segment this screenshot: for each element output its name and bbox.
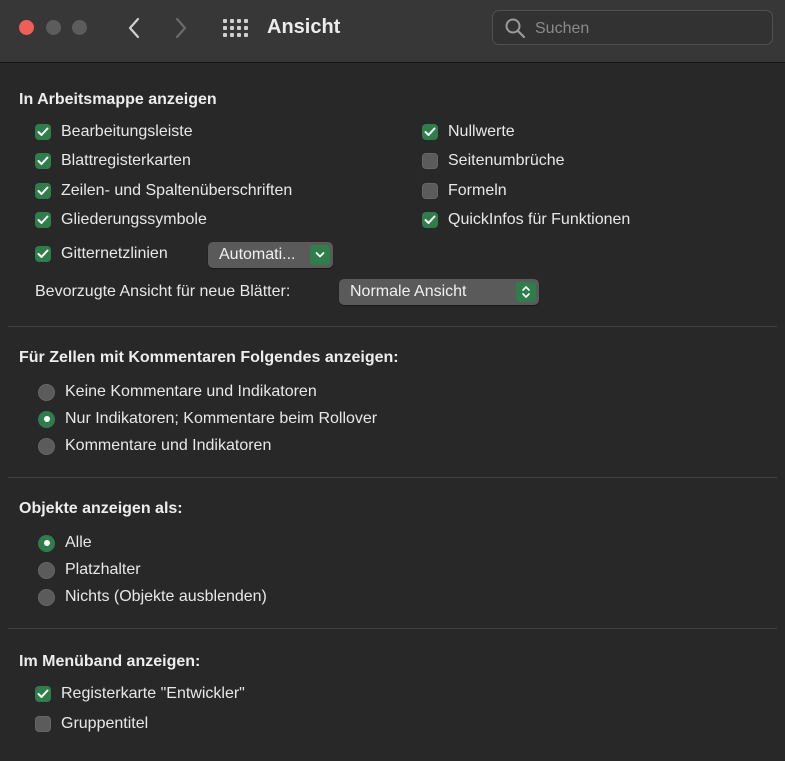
checkbox-row-function-tooltips[interactable]: QuickInfos für Funktionen — [422, 209, 630, 231]
checkbox-row-sheet-tabs[interactable]: Blattregisterkarten — [35, 150, 191, 172]
label-formulas: Formeln — [448, 182, 507, 199]
label-group-titles: Gruppentitel — [61, 715, 149, 732]
checkbox-row-formulas[interactable]: Formeln — [422, 180, 507, 202]
checkbox-function-tooltips[interactable] — [422, 212, 438, 228]
radio-comments-indicators[interactable] — [38, 437, 55, 455]
label-gridlines: Gitternetzlinien — [61, 245, 168, 262]
radio-objects-all[interactable] — [38, 534, 55, 552]
chevron-down-icon — [315, 252, 325, 258]
popup-updown-button[interactable] — [516, 282, 536, 302]
radio-row-comments-indicators[interactable]: Kommentare und Indikatoren — [38, 435, 271, 457]
checkmark-icon — [37, 249, 49, 258]
search-input[interactable] — [533, 15, 767, 43]
label-outline-symbols: Gliederungssymbole — [61, 211, 207, 228]
label-objects-all: Alle — [65, 534, 92, 551]
label-headings: Zeilen- und Spaltenüberschriften — [61, 182, 293, 199]
checkbox-row-group-titles[interactable]: Gruppentitel — [35, 713, 148, 735]
radio-row-indicators-only[interactable]: Nur Indikatoren; Kommentare beim Rollove… — [38, 408, 377, 430]
radio-indicators-only[interactable] — [38, 410, 55, 428]
gridline-color-popup[interactable]: Automati... — [208, 242, 333, 268]
preferred-view-popup[interactable]: Normale Ansicht — [339, 279, 539, 305]
section-divider — [8, 477, 777, 478]
checkbox-gridlines[interactable] — [35, 246, 51, 262]
close-window-button[interactable] — [19, 20, 34, 35]
preferred-view-value: Normale Ansicht — [350, 283, 467, 300]
preferences-content: In Arbeitsmappe anzeigen Bearbeitungslei… — [0, 63, 785, 761]
checkbox-row-outline-symbols[interactable]: Gliederungssymbole — [35, 209, 207, 231]
zoom-window-button[interactable] — [72, 20, 87, 35]
checkbox-page-breaks[interactable] — [422, 153, 438, 169]
preferences-window: Ansicht In Arbeitsmappe anzeigen Bearbei… — [0, 0, 785, 761]
checkbox-formula-bar[interactable] — [35, 124, 51, 140]
checkmark-icon — [37, 186, 49, 195]
section-title-objects: Objekte anzeigen als: — [19, 500, 183, 517]
radio-objects-placeholder[interactable] — [38, 561, 55, 579]
search-field[interactable] — [492, 10, 773, 45]
title-bar: Ansicht — [0, 0, 785, 63]
section-divider — [8, 326, 777, 327]
section-title-comments: Für Zellen mit Kommentaren Folgendes anz… — [19, 349, 399, 366]
section-title-workbook: In Arbeitsmappe anzeigen — [19, 91, 217, 108]
checkbox-headings[interactable] — [35, 183, 51, 199]
chevron-left-icon — [128, 17, 140, 39]
label-zero-values: Nullwerte — [448, 123, 515, 140]
checkbox-row-developer-tab[interactable]: Registerkarte "Entwickler" — [35, 683, 245, 705]
section-divider — [8, 628, 777, 629]
checkbox-row-headings[interactable]: Zeilen- und Spaltenüberschriften — [35, 180, 292, 202]
grid-icon — [223, 19, 248, 37]
checkbox-group-titles[interactable] — [35, 716, 51, 732]
checkmark-icon — [424, 215, 436, 224]
radio-row-objects-none[interactable]: Nichts (Objekte ausblenden) — [38, 586, 267, 608]
label-developer-tab: Registerkarte "Entwickler" — [61, 685, 245, 702]
label-objects-placeholder: Platzhalter — [65, 561, 141, 578]
label-formula-bar: Bearbeitungsleiste — [61, 123, 193, 140]
minimize-window-button[interactable] — [46, 20, 61, 35]
chevron-right-icon — [175, 17, 187, 39]
label-no-comments: Keine Kommentare und Indikatoren — [65, 383, 317, 400]
checkbox-zero-values[interactable] — [422, 124, 438, 140]
window-title: Ansicht — [267, 16, 341, 38]
radio-no-comments[interactable] — [38, 383, 55, 401]
checkbox-sheet-tabs[interactable] — [35, 153, 51, 169]
checkbox-formulas[interactable] — [422, 183, 438, 199]
radio-row-no-comments[interactable]: Keine Kommentare und Indikatoren — [38, 381, 317, 403]
popup-arrow-button[interactable] — [310, 245, 330, 265]
chevron-updown-icon — [522, 286, 530, 298]
checkbox-row-gridlines[interactable]: Gitternetzlinien — [35, 243, 168, 265]
label-page-breaks: Seitenumbrüche — [448, 152, 565, 169]
section-title-ribbon: Im Menüband anzeigen: — [19, 653, 201, 670]
search-icon — [505, 18, 526, 39]
label-comments-indicators: Kommentare und Indikatoren — [65, 437, 272, 454]
forward-button[interactable] — [168, 15, 194, 41]
checkmark-icon — [37, 689, 49, 698]
checkbox-row-page-breaks[interactable]: Seitenumbrüche — [422, 150, 565, 172]
gridline-color-value: Automati... — [219, 246, 296, 263]
label-sheet-tabs: Blattregisterkarten — [61, 152, 191, 169]
label-objects-none: Nichts (Objekte ausblenden) — [65, 588, 267, 605]
radio-objects-none[interactable] — [38, 588, 55, 606]
label-indicators-only: Nur Indikatoren; Kommentare beim Rollove… — [65, 410, 378, 427]
preferred-view-label: Bevorzugte Ansicht für neue Blätter: — [35, 283, 291, 300]
radio-row-objects-all[interactable]: Alle — [38, 532, 92, 554]
checkbox-developer-tab[interactable] — [35, 686, 51, 702]
checkbox-row-zero-values[interactable]: Nullwerte — [422, 121, 515, 143]
checkbox-outline-symbols[interactable] — [35, 212, 51, 228]
checkmark-icon — [424, 127, 436, 136]
checkmark-icon — [37, 156, 49, 165]
show-all-button[interactable] — [221, 15, 249, 41]
radio-row-objects-placeholder[interactable]: Platzhalter — [38, 559, 141, 581]
label-function-tooltips: QuickInfos für Funktionen — [448, 211, 631, 228]
checkmark-icon — [37, 127, 49, 136]
checkmark-icon — [37, 215, 49, 224]
back-button[interactable] — [121, 15, 147, 41]
checkbox-row-formula-bar[interactable]: Bearbeitungsleiste — [35, 121, 193, 143]
